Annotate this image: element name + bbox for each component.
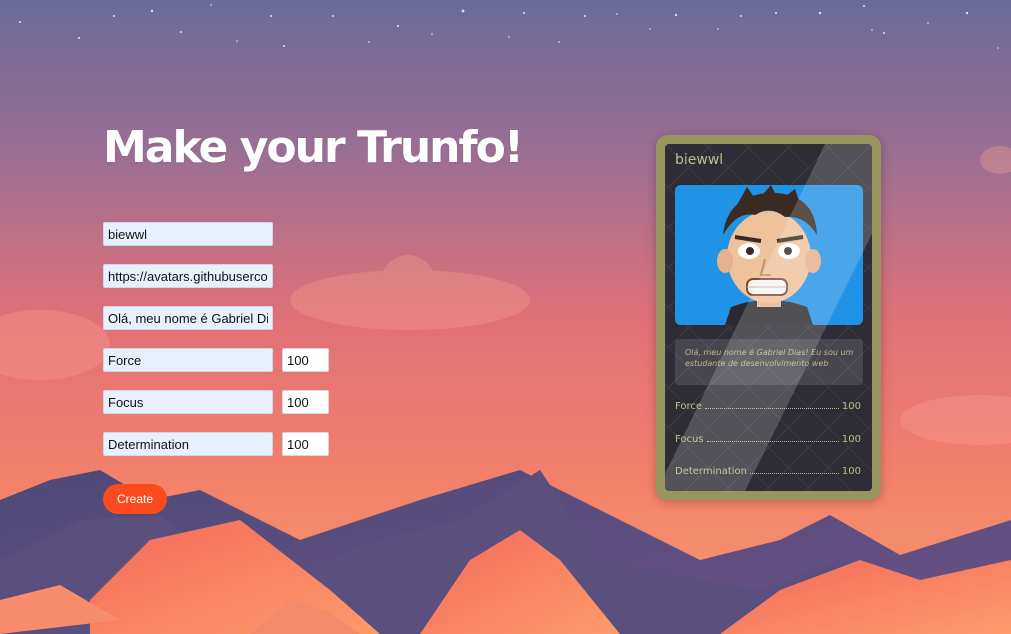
attribute-2-name-input[interactable] <box>103 390 273 414</box>
card-description-input[interactable] <box>103 306 273 330</box>
card-attribute-2-value: 100 <box>841 434 861 445</box>
card-image-url-input[interactable] <box>103 264 273 288</box>
card-attribute-2: Focus 100 <box>675 431 861 445</box>
card-image <box>675 185 863 325</box>
dotted-leader <box>750 472 839 474</box>
attribute-1-value-input[interactable] <box>282 348 329 372</box>
card-attribute-1: Force 100 <box>675 398 861 412</box>
card-description: Olá, meu nome é Gabriel Dias! Eu sou um … <box>685 348 854 368</box>
create-button[interactable]: Create <box>103 484 167 514</box>
card-attribute-1-value: 100 <box>841 401 861 412</box>
dotted-leader <box>705 407 839 409</box>
card-name-input[interactable] <box>103 222 273 246</box>
card-attribute-3-value: 100 <box>841 466 861 477</box>
avatar-illustration <box>675 185 863 325</box>
card-attribute-3: Determination 100 <box>675 463 861 477</box>
card-attribute-3-name: Determination <box>675 466 748 477</box>
attribute-3-name-input[interactable] <box>103 432 273 456</box>
card-description-box: Olá, meu nome é Gabriel Dias! Eu sou um … <box>675 339 863 385</box>
attribute-3-value-input[interactable] <box>282 432 329 456</box>
dotted-leader <box>706 440 839 442</box>
attribute-2-value-input[interactable] <box>282 390 329 414</box>
card-name: biewwl <box>675 152 724 168</box>
page-title: Make your Trunfo! <box>103 122 524 173</box>
attribute-1-name-input[interactable] <box>103 348 273 372</box>
card-preview: biewwl Olá, meu nome é Gabriel Dias! Eu … <box>665 144 872 491</box>
card-attribute-1-name: Force <box>675 401 703 412</box>
card-attribute-2-name: Focus <box>675 434 704 445</box>
